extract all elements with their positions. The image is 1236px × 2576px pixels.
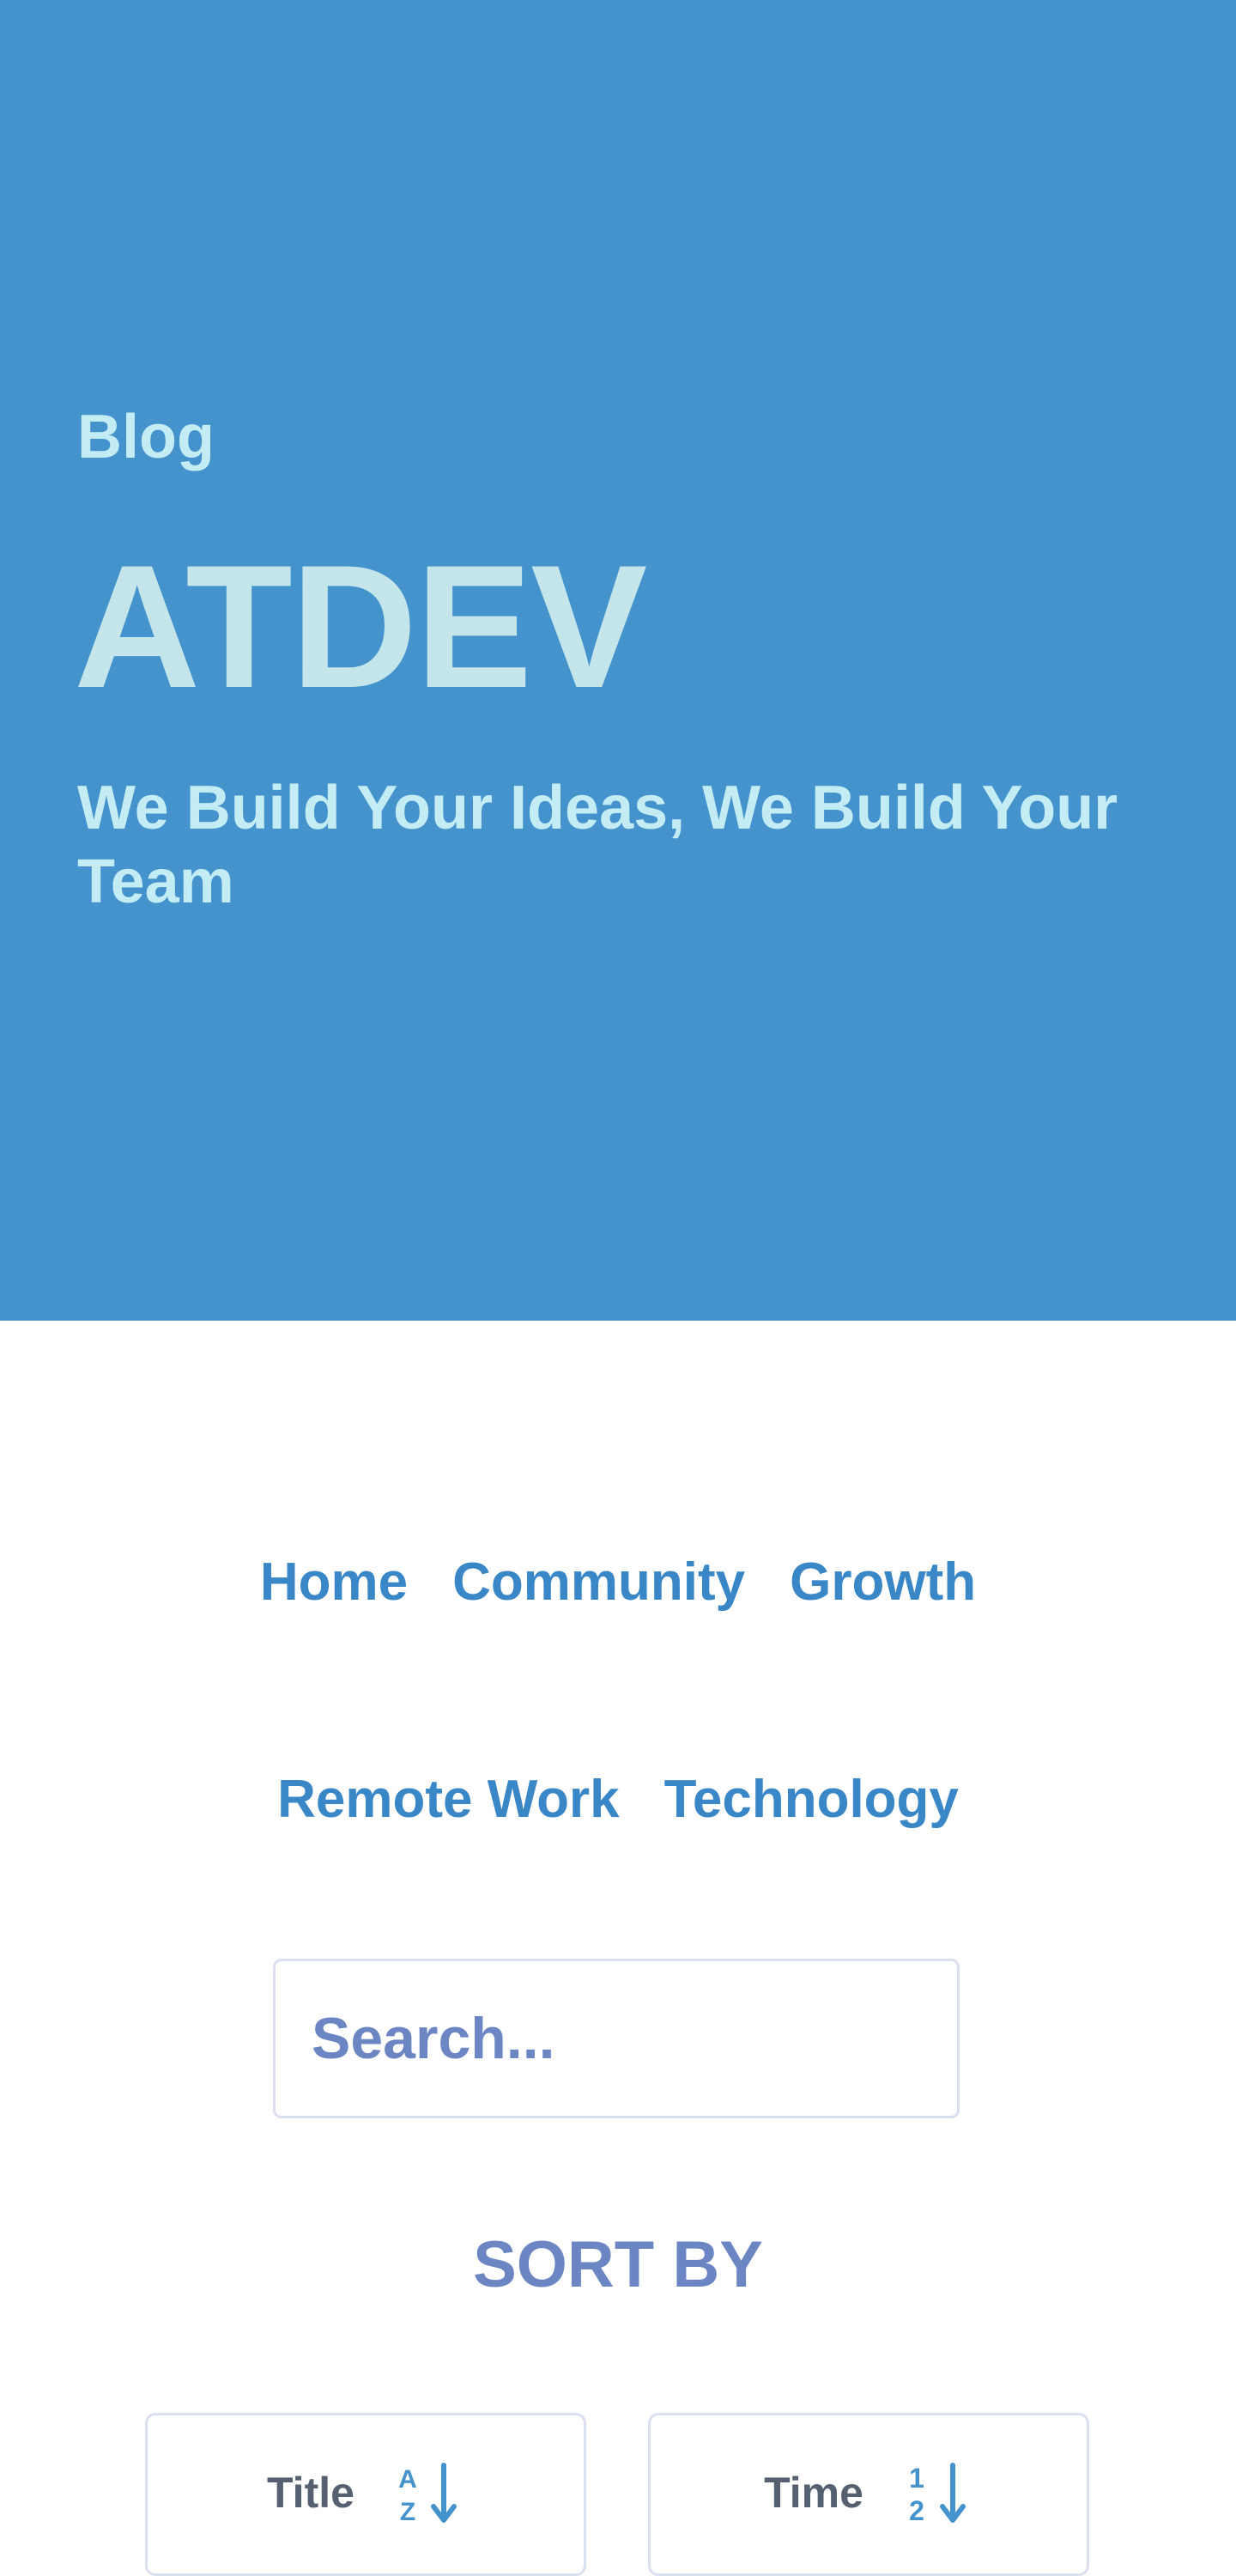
sort-by-title-button[interactable]: Title A Z [145,2413,586,2576]
sort-time-label: Time [764,2469,863,2517]
category-nav-row-1: Home Community Growth [0,1546,1236,1619]
nav-link-community[interactable]: Community [452,1546,745,1619]
nav-link-remote-work[interactable]: Remote Work [277,1763,620,1837]
nav-link-home[interactable]: Home [260,1546,408,1619]
sort-numeric-asc-icon: 1 2 [905,2458,973,2527]
search-box [273,1959,960,2118]
svg-text:Z: Z [400,2498,415,2526]
category-nav-row-2: Remote Work Technology [0,1763,1236,1837]
nav-link-technology[interactable]: Technology [664,1763,959,1837]
svg-text:A: A [398,2465,417,2494]
site-title: ATDEV [74,529,647,725]
svg-text:2: 2 [909,2495,924,2526]
search-input[interactable] [310,2004,914,2073]
sort-by-heading: SORT BY [473,2228,763,2301]
sort-title-label: Title [267,2469,354,2517]
sort-alpha-asc-icon: A Z [396,2458,464,2527]
nav-link-growth[interactable]: Growth [790,1546,976,1619]
hero-banner: Blog ATDEV We Build Your Ideas, We Build… [0,0,1236,1321]
hero-section-label: Blog [77,403,215,471]
hero-tagline: We Build Your Ideas, We Build Your Team [77,774,1118,916]
svg-text:1: 1 [909,2463,924,2494]
sort-by-time-button[interactable]: Time 1 2 [648,2413,1089,2576]
